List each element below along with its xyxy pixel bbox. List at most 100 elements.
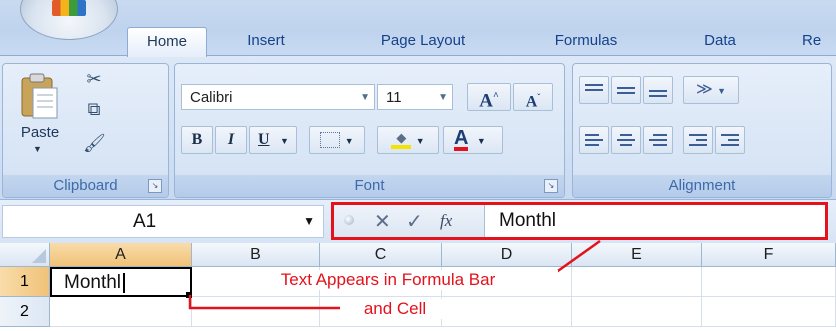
tab-insert[interactable]: Insert	[224, 27, 308, 55]
ribbon: Paste ▼ ✂ ⧉ 🖌 Clipboard ↘ Calibri ▼ 11 ▼…	[0, 55, 836, 199]
align-right-icon	[649, 134, 667, 149]
text-cursor	[123, 272, 126, 293]
column-header-f[interactable]: F	[702, 243, 836, 267]
underline-glyph: U	[258, 131, 270, 148]
cell-e2[interactable]	[572, 297, 702, 327]
cell-b2[interactable]	[192, 297, 320, 327]
decrease-indent-icon	[689, 134, 707, 149]
fill-handle[interactable]	[186, 292, 192, 298]
formula-input[interactable]: Monthl	[499, 205, 556, 237]
excel-window: Home Insert Page Layout Formulas Data Re…	[0, 0, 836, 331]
clipboard-dialog-launcher-icon[interactable]: ↘	[148, 179, 162, 193]
annotation-line-2: and Cell	[340, 299, 450, 319]
cut-icon[interactable]: ✂	[83, 68, 105, 90]
increase-indent-icon	[721, 134, 739, 149]
font-size-dropdown-icon[interactable]: ▼	[438, 85, 448, 111]
active-cell-value: Monthl	[64, 272, 122, 293]
font-size-combo[interactable]: 11 ▼	[377, 84, 453, 110]
tab-formulas[interactable]: Formulas	[528, 27, 644, 55]
clipboard-group: Paste ▼ ✂ ⧉ 🖌 Clipboard ↘	[2, 63, 169, 198]
column-header-e[interactable]: E	[572, 243, 702, 267]
formula-bar-row: A1 ▼ ✕ ✓ fx Monthl	[0, 199, 836, 244]
bold-button[interactable]: B	[181, 126, 213, 154]
font-name-dropdown-icon[interactable]: ▼	[360, 85, 370, 111]
office-logo-icon	[52, 0, 86, 16]
align-left-icon	[585, 134, 603, 149]
align-top-button[interactable]	[579, 76, 609, 104]
copy-icon[interactable]: ⧉	[83, 98, 105, 120]
orientation-icon: ≫	[695, 81, 713, 98]
paste-icon	[21, 73, 58, 119]
column-header-d[interactable]: D	[442, 243, 572, 267]
font-color-dropdown-icon[interactable]: ▼	[477, 136, 486, 146]
tab-review[interactable]: Re	[802, 27, 836, 55]
align-left-button[interactable]	[579, 126, 609, 154]
align-center-button[interactable]	[611, 126, 641, 154]
name-box[interactable]: A1 ▼	[2, 205, 324, 238]
align-bottom-icon	[649, 90, 667, 100]
active-cell-a1[interactable]: Monthl	[50, 267, 192, 297]
grow-font-button[interactable]: A^	[467, 83, 511, 111]
cancel-entry-icon[interactable]: ✕	[374, 209, 391, 234]
cell-f1[interactable]	[702, 267, 836, 297]
font-size-value: 11	[386, 89, 402, 106]
align-center-icon	[617, 134, 635, 149]
paste-dropdown-icon[interactable]: ▼	[33, 144, 42, 154]
font-name-value: Calibri	[190, 89, 233, 106]
cell-a2[interactable]	[50, 297, 192, 327]
name-box-dropdown-icon[interactable]: ▼	[303, 206, 315, 237]
shrink-font-button[interactable]: Aˇ	[513, 83, 553, 111]
font-color-button[interactable]: A ▼	[443, 126, 503, 154]
orientation-dropdown-icon[interactable]: ▼	[717, 86, 726, 96]
fill-bucket-icon: ◆	[391, 130, 412, 149]
cell-f2[interactable]	[702, 297, 836, 327]
tab-home[interactable]: Home	[127, 27, 207, 57]
enter-entry-icon[interactable]: ✓	[406, 209, 423, 234]
alignment-group-label: Alignment	[573, 175, 831, 197]
name-box-value: A1	[133, 211, 157, 232]
alignment-group: ≫ ▼ Alignment	[572, 63, 832, 198]
tab-page-layout[interactable]: Page Layout	[348, 27, 498, 55]
align-middle-icon	[617, 87, 635, 97]
align-middle-button[interactable]	[611, 76, 641, 104]
format-painter-icon[interactable]: 🖌	[83, 132, 106, 154]
insert-function-icon[interactable]: fx	[440, 211, 452, 231]
formula-tools: ✕ ✓ fx	[334, 205, 485, 237]
font-color-glyph: A	[454, 127, 469, 151]
formula-bar-handle-icon	[344, 215, 354, 225]
increase-indent-button[interactable]	[715, 126, 745, 154]
paste-button[interactable]: Paste	[13, 124, 67, 141]
fill-color-button[interactable]: ◆ ▼	[377, 126, 439, 154]
italic-button[interactable]: I	[215, 126, 247, 154]
fill-color-dropdown-icon[interactable]: ▼	[416, 136, 425, 146]
font-dialog-launcher-icon[interactable]: ↘	[544, 179, 558, 193]
annotation-line-1: Text Appears in Formula Bar	[218, 270, 558, 290]
font-label-text: Font	[354, 177, 385, 194]
align-top-icon	[585, 84, 603, 94]
decrease-indent-button[interactable]	[683, 126, 713, 154]
borders-button[interactable]: ▼	[309, 126, 365, 154]
cell-d2[interactable]	[442, 297, 572, 327]
tab-data[interactable]: Data	[680, 27, 760, 55]
row-header-1[interactable]: 1	[0, 267, 50, 297]
underline-dropdown-icon[interactable]: ▼	[280, 136, 289, 146]
column-header-c[interactable]: C	[320, 243, 442, 267]
orientation-button[interactable]: ≫ ▼	[683, 76, 739, 104]
column-header-b[interactable]: B	[192, 243, 320, 267]
align-bottom-button[interactable]	[643, 76, 673, 104]
clipboard-group-label: Clipboard	[3, 175, 168, 197]
select-all-button[interactable]	[0, 243, 50, 267]
font-group-label: Font	[175, 175, 564, 197]
formula-bar-highlight: ✕ ✓ fx Monthl	[331, 202, 828, 240]
column-header-a[interactable]: A	[50, 243, 192, 267]
borders-icon	[320, 131, 341, 148]
underline-button[interactable]: U ▼	[249, 126, 297, 154]
row-header-2[interactable]: 2	[0, 297, 50, 327]
borders-dropdown-icon[interactable]: ▼	[345, 136, 354, 146]
clipboard-label-text: Clipboard	[53, 177, 118, 194]
font-group: Calibri ▼ 11 ▼ A^ Aˇ B I U ▼ ▼ ◆ ▼ A ▼ F…	[174, 63, 565, 198]
font-name-combo[interactable]: Calibri ▼	[181, 84, 375, 110]
align-right-button[interactable]	[643, 126, 673, 154]
cell-e1[interactable]	[572, 267, 702, 297]
alignment-label-text: Alignment	[668, 177, 736, 194]
